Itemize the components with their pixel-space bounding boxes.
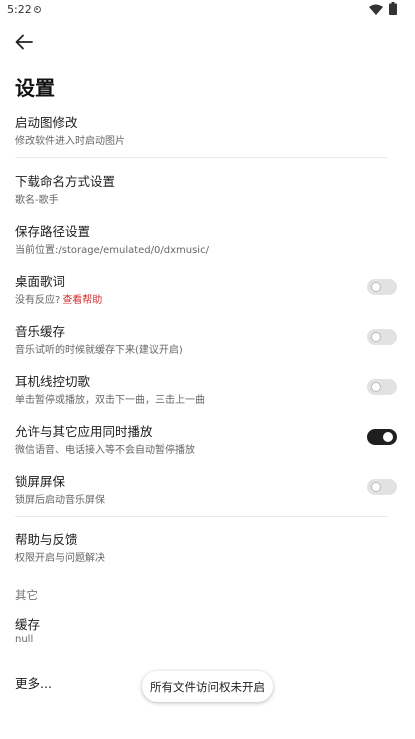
- setting-desktop-lyrics[interactable]: 桌面歌词 没有反应? 查看帮助: [0, 271, 415, 311]
- toggle-knob: [371, 332, 381, 342]
- divider: [15, 516, 387, 517]
- help-link[interactable]: 查看帮助: [62, 295, 102, 306]
- page-title: 设置: [15, 76, 55, 100]
- setting-title: 下载命名方式设置: [15, 174, 116, 189]
- setting-subtitle: null: [15, 634, 34, 645]
- setting-title: 允许与其它应用同时播放: [15, 424, 153, 439]
- setting-subtitle: 锁屏后启动音乐屏保: [15, 495, 105, 506]
- setting-title: 缓存: [15, 617, 41, 632]
- battery-icon: [389, 2, 397, 15]
- setting-subtitle: 当前位置:/storage/emulated/0/dxmusic/: [15, 245, 209, 256]
- toggle-knob: [371, 482, 381, 492]
- setting-title: 启动图修改: [15, 115, 78, 130]
- setting-help-feedback[interactable]: 帮助与反馈 权限开启与问题解决: [0, 529, 415, 569]
- wifi-icon: [369, 4, 383, 15]
- toggle-knob: [371, 382, 381, 392]
- setting-title: 帮助与反馈: [15, 532, 78, 547]
- setting-subtitle: 修改软件进入时启动图片: [15, 136, 125, 147]
- setting-save-path[interactable]: 保存路径设置 当前位置:/storage/emulated/0/dxmusic/: [0, 221, 415, 261]
- divider: [15, 157, 387, 158]
- setting-music-cache[interactable]: 音乐缓存 音乐试听的时候就缓存下来(建议开启): [0, 321, 415, 361]
- setting-title: 更多...: [15, 676, 52, 691]
- setting-title: 锁屏屏保: [15, 474, 66, 489]
- setting-concurrent-play[interactable]: 允许与其它应用同时播放 微信语音、电话接入等不会自动暂停播放: [0, 421, 415, 461]
- setting-subtitle: 权限开启与问题解决: [15, 553, 105, 564]
- setting-subtitle: 单击暂停或播放，双击下一曲，三击上一曲: [15, 395, 205, 406]
- setting-title: 保存路径设置: [15, 224, 91, 239]
- setting-download-naming[interactable]: 下载命名方式设置 歌名-歌手: [0, 171, 415, 211]
- setting-title: 音乐缓存: [15, 324, 66, 339]
- concurrent-play-toggle[interactable]: [367, 429, 397, 445]
- status-time: 5:22: [7, 3, 32, 16]
- lockscreen-toggle[interactable]: [367, 479, 397, 495]
- desktop-lyrics-toggle[interactable]: [367, 279, 397, 295]
- setting-subtitle: 音乐试听的时候就缓存下来(建议开启): [15, 345, 183, 356]
- setting-subtitle-text: 没有反应?: [15, 295, 61, 306]
- notification-icon: [34, 6, 41, 13]
- setting-subtitle: 微信语音、电话接入等不会自动暂停播放: [15, 445, 195, 456]
- setting-cache[interactable]: 缓存 null: [0, 614, 415, 654]
- setting-lockscreen[interactable]: 锁屏屏保 锁屏后启动音乐屏保: [0, 471, 415, 511]
- section-header-other: 其它: [15, 588, 38, 602]
- headset-control-toggle[interactable]: [367, 379, 397, 395]
- setting-subtitle: 没有反应? 查看帮助: [15, 291, 102, 306]
- setting-title: 耳机线控切歌: [15, 374, 91, 389]
- toast-message: 所有文件访问权未开启: [142, 671, 273, 702]
- setting-splash-image[interactable]: 启动图修改 修改软件进入时启动图片: [0, 112, 415, 152]
- toggle-knob: [383, 432, 393, 442]
- arrow-back-icon: [15, 34, 33, 50]
- setting-subtitle: 歌名-歌手: [15, 195, 59, 206]
- setting-headset-control[interactable]: 耳机线控切歌 单击暂停或播放，双击下一曲，三击上一曲: [0, 371, 415, 411]
- toggle-knob: [371, 282, 381, 292]
- back-button[interactable]: [8, 28, 40, 56]
- music-cache-toggle[interactable]: [367, 329, 397, 345]
- status-bar: 5:22: [0, 0, 415, 20]
- setting-title: 桌面歌词: [15, 274, 66, 289]
